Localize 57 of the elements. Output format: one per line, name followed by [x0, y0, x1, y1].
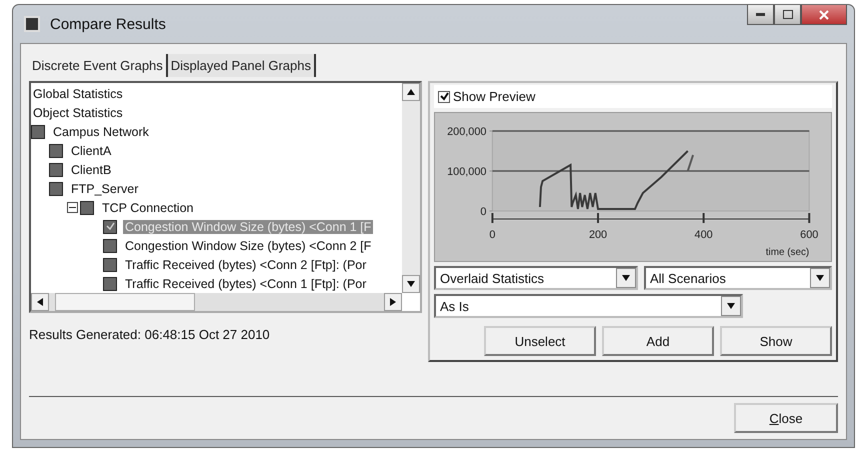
tree-item[interactable]: TCP Connection — [100, 200, 196, 214]
tree-item[interactable]: ClientB — [69, 162, 114, 176]
collapse-toggle[interactable] — [67, 202, 78, 213]
close-icon — [819, 10, 829, 20]
checkbox[interactable] — [103, 238, 117, 252]
tab[interactable]: Displayed Panel Graphs — [168, 54, 316, 77]
action-button[interactable]: Show — [720, 326, 832, 356]
y-tick-label: 0 — [480, 206, 486, 218]
dropdown[interactable]: As Is — [434, 294, 743, 318]
node-icon — [49, 144, 63, 158]
maximize-icon — [782, 10, 792, 19]
x-tick-label: 0 — [489, 228, 496, 242]
x-tick-label: 200 — [588, 228, 608, 242]
close-button[interactable]: Close — [734, 403, 838, 433]
scroll-up-icon — [407, 89, 415, 95]
x-tick-label: 600 — [800, 228, 818, 242]
status-text: Results Generated: 06:48:15 Oct 27 2010 — [29, 327, 271, 342]
dropdown-caret-icon — [622, 275, 630, 281]
x-tick-label: 400 — [694, 228, 713, 242]
checkbox[interactable] — [103, 258, 117, 272]
tree-item[interactable]: Campus Network — [51, 124, 151, 138]
scroll-down-icon — [407, 281, 415, 287]
maximize-button[interactable] — [774, 5, 801, 25]
app-icon — [24, 16, 40, 32]
minimize-button[interactable] — [747, 5, 774, 25]
tree-item[interactable]: Traffic Received (bytes) <Conn 1 [Ftp]: (Por — [123, 276, 368, 290]
node-icon — [31, 124, 45, 138]
window-title: Compare Results — [50, 16, 166, 32]
minimize-icon — [756, 13, 765, 16]
tree-item[interactable]: FTP_Server — [69, 182, 140, 196]
x-axis-label: time (sec) — [766, 246, 810, 258]
horizontal-scrollbar[interactable] — [31, 293, 402, 311]
dropdown[interactable]: All Scenarios — [644, 266, 832, 290]
dropdown-caret-icon — [816, 275, 824, 281]
tree-item[interactable]: ClientA — [69, 144, 114, 158]
y-tick-label: 100,000 — [447, 166, 486, 178]
tree-item[interactable]: Object Statistics — [31, 106, 125, 120]
checkbox[interactable] — [103, 220, 117, 234]
dropdown[interactable]: Overlaid Statistics — [434, 266, 638, 290]
action-button[interactable]: Unselect — [484, 326, 596, 356]
tree-item[interactable]: Congestion Window Size (bytes) <Conn 2 [F — [123, 238, 374, 252]
scroll-left-icon — [37, 298, 43, 306]
minus-icon — [69, 204, 76, 211]
y-tick-label: 200,000 — [447, 126, 486, 138]
tree-item[interactable]: Global Statistics — [31, 86, 125, 100]
node-icon — [49, 182, 63, 196]
checkbox[interactable] — [103, 276, 117, 290]
checkbox[interactable] — [438, 90, 450, 102]
action-button[interactable]: Add — [602, 326, 714, 356]
window-close-button[interactable] — [801, 5, 847, 25]
vertical-scrollbar[interactable] — [402, 83, 420, 293]
tree-item[interactable]: Traffic Received (bytes) <Conn 2 [Ftp]: (Por — [123, 258, 368, 272]
node-icon — [49, 162, 63, 176]
dropdown-caret-icon — [727, 303, 735, 309]
scroll-right-icon — [390, 298, 396, 306]
node-icon — [80, 200, 94, 214]
checkbox-label: Show Preview — [453, 89, 536, 104]
